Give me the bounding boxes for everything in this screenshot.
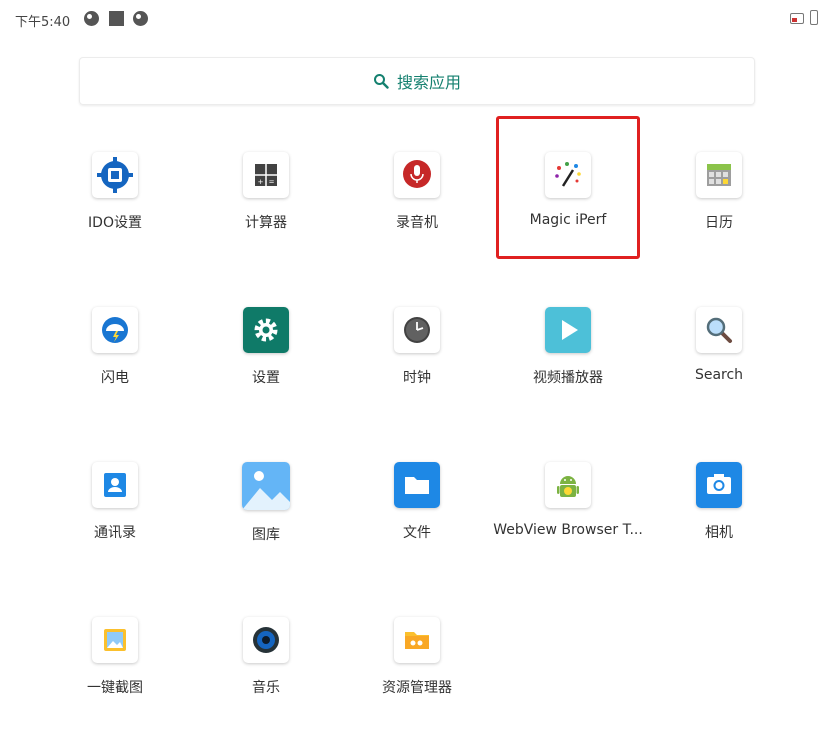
- app-contacts[interactable]: 通讯录: [40, 462, 190, 542]
- app-label: 资源管理器: [382, 680, 452, 696]
- cast-icon: [790, 13, 804, 24]
- app-files[interactable]: 文件: [342, 462, 492, 542]
- lightning-icon: [92, 307, 138, 353]
- app-label: 闪电: [101, 370, 129, 386]
- android-icon: [545, 462, 591, 508]
- microphone-icon: [394, 152, 440, 198]
- speaker-icon: [243, 617, 289, 663]
- app-label: 音乐: [252, 680, 280, 696]
- magnifier-icon: [696, 307, 742, 353]
- notification-square-icon: [109, 11, 124, 26]
- calendar-icon: [696, 152, 742, 198]
- svg-text:+: +: [258, 178, 264, 186]
- screenshot-icon: [92, 617, 138, 663]
- search-label: 搜索应用: [396, 73, 461, 92]
- app-flash[interactable]: 闪电: [40, 307, 190, 387]
- app-search[interactable]: Search: [644, 307, 794, 383]
- contacts-icon: [92, 462, 138, 508]
- app-label: 日历: [705, 215, 733, 231]
- camera-icon: [696, 462, 742, 508]
- gallery-icon: [242, 462, 290, 510]
- folder-icon: [394, 462, 440, 508]
- app-label: IDO设置: [88, 215, 142, 231]
- svg-text:=: =: [269, 178, 275, 186]
- app-label: 视频播放器: [533, 370, 603, 386]
- ido-settings-icon: [92, 152, 138, 198]
- app-settings[interactable]: 设置: [191, 307, 341, 387]
- app-gallery[interactable]: 图库: [191, 462, 341, 544]
- notification-icon: [84, 11, 99, 26]
- app-file-manager[interactable]: 资源管理器: [342, 617, 492, 697]
- app-label: WebView Browser T...: [493, 522, 643, 538]
- app-label: 文件: [403, 525, 431, 541]
- app-label: 图库: [252, 527, 280, 543]
- file-manager-icon: [394, 617, 440, 663]
- status-time: 下午5:40: [15, 15, 71, 30]
- app-calendar[interactable]: 日历: [644, 152, 794, 232]
- app-music[interactable]: 音乐: [191, 617, 341, 697]
- status-bar: 下午5:40: [0, 0, 831, 38]
- selection-highlight: [496, 116, 640, 259]
- app-recorder[interactable]: 录音机: [342, 152, 492, 232]
- app-label: 相机: [705, 525, 733, 541]
- app-clock[interactable]: 时钟: [342, 307, 492, 387]
- gear-icon: [243, 307, 289, 353]
- app-ido-settings[interactable]: IDO设置: [40, 152, 190, 232]
- search-icon: [373, 74, 389, 89]
- app-label: 设置: [252, 370, 280, 386]
- battery-icon: [810, 10, 818, 25]
- search-apps-bar[interactable]: 搜索应用: [79, 57, 755, 105]
- app-camera[interactable]: 相机: [644, 462, 794, 542]
- app-label: 一键截图: [87, 680, 143, 696]
- app-webview-browser[interactable]: WebView Browser T...: [493, 462, 643, 538]
- play-icon: [545, 307, 591, 353]
- app-screenshot[interactable]: 一键截图: [40, 617, 190, 697]
- app-video-player[interactable]: 视频播放器: [493, 307, 643, 387]
- app-label: 时钟: [403, 370, 431, 386]
- app-label: Search: [694, 367, 744, 383]
- clock-icon: [394, 307, 440, 353]
- calculator-icon: + =: [243, 152, 289, 198]
- app-label: 通讯录: [94, 525, 136, 541]
- notification-icon-2: [133, 11, 148, 26]
- app-calculator[interactable]: + = 计算器: [191, 152, 341, 232]
- app-label: 录音机: [396, 215, 438, 231]
- app-label: 计算器: [245, 215, 287, 231]
